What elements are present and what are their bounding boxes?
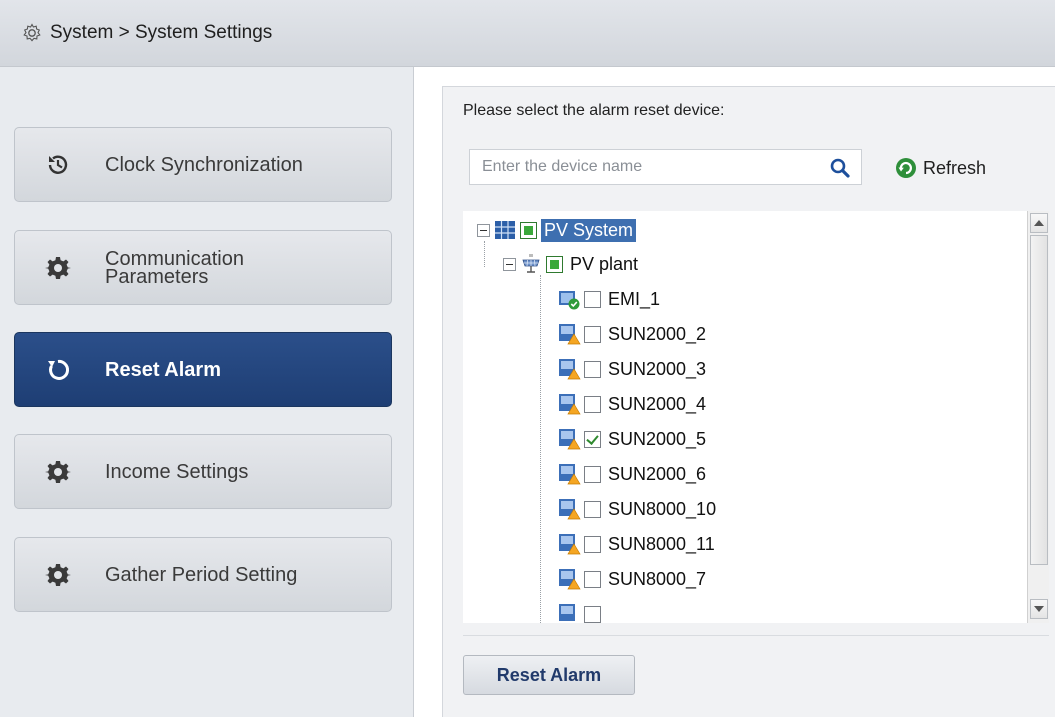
collapse-toggle[interactable] bbox=[503, 257, 516, 271]
scroll-up-button[interactable] bbox=[1030, 213, 1048, 233]
sidebar-item-label: Communication Parameters bbox=[105, 247, 244, 288]
tree-node-device[interactable]: SUN2000_6 bbox=[557, 460, 709, 488]
tree-guide-line bbox=[484, 241, 485, 267]
gear-icon bbox=[45, 256, 71, 279]
sidebar-item-label: Clock Synchronization bbox=[105, 153, 303, 176]
sidebar-item-clock-synchronization[interactable]: Clock Synchronization bbox=[14, 127, 392, 202]
refresh-button[interactable]: Refresh bbox=[895, 157, 986, 179]
chevron-down-icon bbox=[1034, 606, 1044, 612]
solar-plant-icon bbox=[522, 254, 540, 273]
sidebar-item-gather-period-setting[interactable]: Gather Period Setting bbox=[14, 537, 392, 612]
sidebar-item-label: Income Settings bbox=[105, 460, 249, 483]
sidebar-item-label: Reset Alarm bbox=[105, 358, 221, 381]
page-title: System > System Settings bbox=[50, 22, 273, 43]
tree-checkbox[interactable] bbox=[584, 500, 601, 518]
tree-checkbox-checked[interactable] bbox=[584, 430, 601, 448]
tree-node-label: EMI_1 bbox=[608, 288, 661, 309]
inverter-warning-icon bbox=[559, 464, 581, 485]
tree-node-device[interactable]: SUN2000_3 bbox=[557, 355, 709, 383]
device-tree: PV System PV plant EMI_1 SUN2000_2 SUN20… bbox=[463, 211, 1031, 623]
grid-system-icon bbox=[495, 221, 515, 239]
scroll-thumb[interactable] bbox=[1030, 235, 1048, 565]
inverter-warning-icon bbox=[559, 499, 581, 520]
tree-checkbox[interactable] bbox=[584, 535, 601, 553]
sidebar-item-income-settings[interactable]: Income Settings bbox=[14, 434, 392, 509]
tree-node-label: SUN2000_5 bbox=[608, 428, 707, 449]
gear-icon bbox=[45, 563, 71, 586]
tree-node-device-partial[interactable] bbox=[557, 600, 605, 623]
tree-node-device[interactable]: SUN8000_7 bbox=[557, 565, 709, 593]
search-icon[interactable] bbox=[829, 157, 851, 179]
tree-checkbox[interactable] bbox=[584, 570, 601, 588]
inverter-warning-icon bbox=[559, 569, 581, 590]
tree-node-device[interactable]: SUN2000_2 bbox=[557, 320, 709, 348]
scroll-down-button[interactable] bbox=[1030, 599, 1048, 619]
tree-node-label: SUN2000_3 bbox=[608, 358, 707, 379]
inverter-warning-icon bbox=[559, 534, 581, 555]
tree-node-label: SUN2000_2 bbox=[608, 323, 707, 344]
inverter-warning-icon bbox=[559, 604, 575, 621]
tree-node-device[interactable]: SUN8000_10 bbox=[557, 495, 719, 523]
tree-node-device[interactable]: SUN8000_11 bbox=[557, 530, 718, 558]
tree-node-label: SUN8000_7 bbox=[608, 568, 707, 589]
tree-checkbox[interactable] bbox=[584, 325, 601, 343]
tree-node-device[interactable]: SUN2000_4 bbox=[557, 390, 709, 418]
settings-sidebar: Clock Synchronization Communication Para… bbox=[0, 67, 414, 717]
tree-checkbox[interactable] bbox=[584, 465, 601, 483]
tree-node-label: PV System bbox=[541, 218, 637, 242]
tree-checkbox[interactable] bbox=[584, 360, 601, 378]
tree-checkbox[interactable] bbox=[584, 290, 601, 308]
reset-alarm-button[interactable]: Reset Alarm bbox=[463, 655, 635, 695]
sidebar-item-communication-parameters[interactable]: Communication Parameters bbox=[14, 230, 392, 305]
tree-node-label: SUN8000_10 bbox=[608, 498, 717, 519]
chevron-up-icon bbox=[1034, 220, 1044, 226]
inverter-warning-icon bbox=[559, 429, 581, 450]
sidebar-item-reset-alarm[interactable]: Reset Alarm bbox=[14, 332, 392, 407]
clock-history-icon bbox=[48, 155, 68, 174]
tree-node-label: SUN8000_11 bbox=[608, 533, 715, 554]
tree-node-label: PV plant bbox=[570, 253, 639, 274]
device-search-box bbox=[469, 149, 862, 185]
search-input[interactable] bbox=[482, 158, 822, 176]
inverter-warning-icon bbox=[559, 324, 581, 345]
tree-node-pv-system[interactable]: PV System bbox=[477, 216, 637, 244]
instruction-text: Please select the alarm reset device: bbox=[463, 102, 725, 119]
gear-icon bbox=[45, 460, 71, 483]
tree-scrollbar[interactable] bbox=[1027, 211, 1049, 623]
collapse-toggle[interactable] bbox=[477, 223, 490, 237]
divider bbox=[463, 635, 1049, 636]
emi-device-icon bbox=[559, 291, 580, 310]
tree-node-device[interactable]: SUN2000_5 bbox=[557, 425, 709, 453]
reset-circle-icon bbox=[48, 359, 70, 380]
tree-checkbox[interactable] bbox=[584, 605, 601, 623]
inverter-warning-icon bbox=[559, 394, 581, 415]
reset-alarm-panel: Please select the alarm reset device: Re… bbox=[442, 86, 1055, 717]
tree-node-label: SUN2000_4 bbox=[608, 393, 707, 414]
sidebar-item-label: Gather Period Setting bbox=[105, 563, 298, 586]
gear-outline-icon bbox=[23, 23, 41, 42]
tree-node-label: SUN2000_6 bbox=[608, 463, 707, 484]
tree-checkbox[interactable] bbox=[584, 395, 601, 413]
breadcrumb-bar: System > System Settings bbox=[0, 0, 1055, 67]
tree-node-pv-plant[interactable]: PV plant bbox=[503, 250, 641, 278]
refresh-icon bbox=[896, 158, 916, 178]
inverter-warning-icon bbox=[559, 359, 581, 380]
refresh-label: Refresh bbox=[923, 157, 987, 178]
tree-checkbox[interactable] bbox=[520, 221, 537, 239]
tree-node-device[interactable]: EMI_1 bbox=[557, 285, 663, 313]
tree-checkbox[interactable] bbox=[546, 255, 563, 273]
tree-guide-line bbox=[540, 275, 541, 623]
